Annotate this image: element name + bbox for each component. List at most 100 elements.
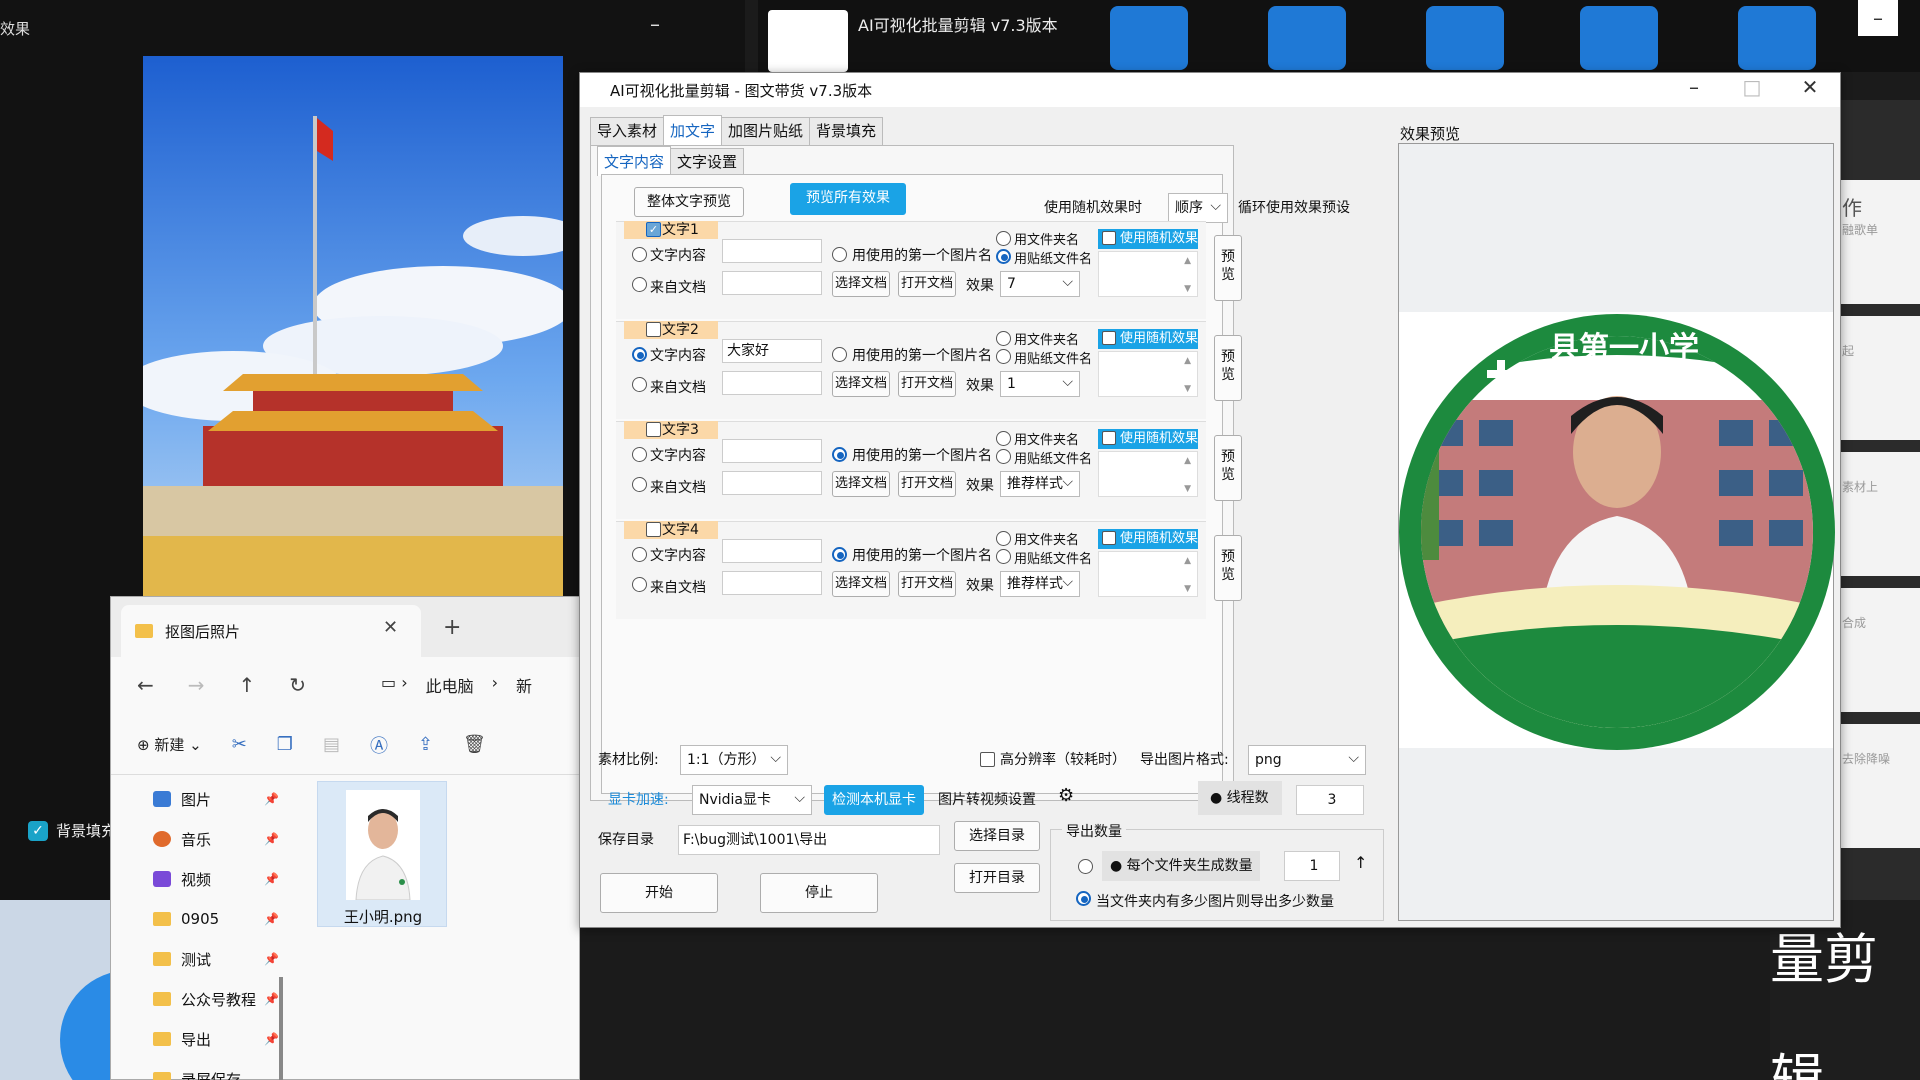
from-doc-radio[interactable] <box>632 477 647 492</box>
add-list-icon[interactable] <box>1268 6 1346 70</box>
file-item[interactable]: 王小明.png <box>317 781 447 927</box>
minimize-button[interactable]: – <box>1858 0 1898 36</box>
maximize-button[interactable]: □ <box>1724 75 1780 99</box>
folder-name-radio[interactable] <box>996 531 1011 546</box>
as-many-radio[interactable] <box>1076 891 1091 906</box>
preview-all-button[interactable]: 预览所有效果 <box>790 183 906 215</box>
random-effect-list[interactable]: ▲ ▼ <box>1098 351 1198 397</box>
text-content-radio[interactable] <box>632 347 647 362</box>
preview-button[interactable]: 预览 <box>1214 235 1242 301</box>
text-content-input[interactable] <box>722 439 822 463</box>
refresh-icon[interactable]: ↻ <box>289 673 306 697</box>
arrow-up-icon[interactable]: ↑ <box>1354 853 1367 872</box>
text-content-input[interactable]: 大家好 <box>722 339 822 363</box>
close-tab-icon[interactable]: ✕ <box>383 617 398 638</box>
choose-doc-button[interactable]: 选择文档 <box>832 371 890 397</box>
tab-background-fill[interactable]: 背景填充 <box>809 117 884 145</box>
sliders-icon[interactable] <box>1426 6 1504 70</box>
use-random-effect-checkbox[interactable] <box>1102 531 1116 545</box>
choose-doc-button[interactable]: 选择文档 <box>832 471 890 497</box>
stop-button[interactable]: 停止 <box>760 873 878 913</box>
sidebar-item-tutorials[interactable]: 公众号教程 📌 <box>153 979 283 1019</box>
from-doc-radio[interactable] <box>632 277 647 292</box>
right-card[interactable]: 作融歌单 <box>1836 180 1920 304</box>
pin-icon[interactable]: 📌 <box>264 792 279 806</box>
preview-button[interactable]: 预览 <box>1214 335 1242 401</box>
use-random-effect-toggle[interactable]: 使用随机效果 <box>1098 429 1198 449</box>
from-doc-input[interactable] <box>722 571 822 595</box>
sticker-name-radio[interactable] <box>996 549 1011 564</box>
text-group-header[interactable]: 加文字3 <box>624 421 718 439</box>
right-card[interactable]: 去除降噪 <box>1836 724 1920 848</box>
gear-icon[interactable]: ⚙ <box>1058 785 1074 806</box>
text-group-header[interactable]: ✓ 加文字1 <box>624 221 718 239</box>
open-doc-button[interactable]: 打开文档 <box>898 571 956 597</box>
pin-icon[interactable]: 📌 <box>264 952 279 966</box>
text-group-checkbox[interactable] <box>646 322 661 337</box>
ratio-select[interactable]: 1:1（方形） <box>680 744 788 775</box>
save-dir-input[interactable]: F:\bug测试\1001\导出 <box>678 825 940 855</box>
minimize-button[interactable]: – <box>650 12 660 36</box>
effect-select[interactable]: 推荐样式 <box>1000 470 1080 497</box>
tab-import[interactable]: 导入素材 <box>590 117 665 145</box>
open-doc-button[interactable]: 打开文档 <box>898 271 956 297</box>
text-content-input[interactable] <box>722 539 822 563</box>
grid-icon[interactable] <box>1738 6 1816 70</box>
use-random-effect-toggle[interactable]: 使用随机效果 <box>1098 529 1198 549</box>
video-clapper-icon[interactable] <box>1110 6 1188 70</box>
per-folder-radio[interactable] <box>1078 859 1093 874</box>
random-effect-list[interactable]: ▲ ▼ <box>1098 451 1198 497</box>
sidebar-item-test[interactable]: 测试 📌 <box>153 939 283 979</box>
gpu-select[interactable]: Nvidia显卡 <box>692 784 812 815</box>
first-image-name-radio[interactable] <box>832 447 847 462</box>
sidebar-item-recordings[interactable]: 录屏保存 <box>153 1059 283 1080</box>
sidebar-item-music[interactable]: 音乐 📌 <box>153 819 283 859</box>
text-content-radio[interactable] <box>632 547 647 562</box>
folder-name-radio[interactable] <box>996 431 1011 446</box>
pin-icon[interactable]: 📌 <box>264 872 279 886</box>
use-random-effect-toggle[interactable]: 使用随机效果 <box>1098 229 1198 249</box>
export-icon[interactable] <box>1580 6 1658 70</box>
folder-name-radio[interactable] <box>996 331 1011 346</box>
explorer-tab[interactable]: 抠图后照片 <box>121 605 421 657</box>
text-group-header[interactable]: 加文字4 <box>624 521 718 539</box>
text-content-input[interactable] <box>722 239 822 263</box>
text-group-header[interactable]: 加文字2 <box>624 321 718 339</box>
scroll-up-icon[interactable]: ▲ <box>1184 356 1191 366</box>
pin-icon[interactable]: 📌 <box>264 832 279 846</box>
open-dir-button[interactable]: 打开目录 <box>954 863 1040 893</box>
background-fill-checkbox[interactable]: ✓ 背景填充 <box>28 820 116 841</box>
scroll-up-icon[interactable]: ▲ <box>1184 556 1191 566</box>
text-group-checkbox[interactable] <box>646 422 661 437</box>
text-group-checkbox[interactable] <box>646 522 661 537</box>
cut-icon[interactable]: ✂ <box>232 734 247 755</box>
right-card[interactable]: 起 <box>1836 316 1920 440</box>
text-group-checkbox[interactable]: ✓ <box>646 222 661 237</box>
up-icon[interactable]: ↑ <box>239 673 256 697</box>
breadcrumb-item[interactable]: 新 <box>516 673 532 697</box>
random-effect-list[interactable]: ▲ ▼ <box>1098 251 1198 297</box>
use-random-effect-checkbox[interactable] <box>1102 331 1116 345</box>
effect-select[interactable]: 推荐样式 <box>1000 570 1080 597</box>
back-icon[interactable]: ← <box>137 673 154 697</box>
preview-button[interactable]: 预览 <box>1214 435 1242 501</box>
delete-icon[interactable]: 🗑 <box>463 734 486 755</box>
breadcrumb-item[interactable]: 此电脑 <box>426 673 474 697</box>
open-doc-button[interactable]: 打开文档 <box>898 471 956 497</box>
right-card[interactable]: 素材上 <box>1836 452 1920 576</box>
from-doc-input[interactable] <box>722 371 822 395</box>
detect-gpu-button[interactable]: 检测本机显卡 <box>824 785 924 815</box>
sidebar-item-0905[interactable]: 0905 📌 <box>153 899 283 939</box>
scroll-down-icon[interactable]: ▼ <box>1184 584 1191 594</box>
whole-text-preview-button[interactable]: 整体文字预览 <box>634 187 744 217</box>
scroll-up-icon[interactable]: ▲ <box>1184 456 1191 466</box>
tab-text-settings[interactable]: 文字设置 <box>670 148 745 176</box>
random-mode-select[interactable]: 顺序 <box>1168 192 1228 223</box>
choose-doc-button[interactable]: 选择文档 <box>832 271 890 297</box>
use-random-effect-toggle[interactable]: 使用随机效果 <box>1098 329 1198 349</box>
choose-dir-button[interactable]: 选择目录 <box>954 821 1040 851</box>
start-button[interactable]: 开始 <box>600 873 718 913</box>
from-doc-input[interactable] <box>722 271 822 295</box>
new-button[interactable]: ⊕ 新建 ⌄ <box>137 734 202 755</box>
from-doc-radio[interactable] <box>632 377 647 392</box>
